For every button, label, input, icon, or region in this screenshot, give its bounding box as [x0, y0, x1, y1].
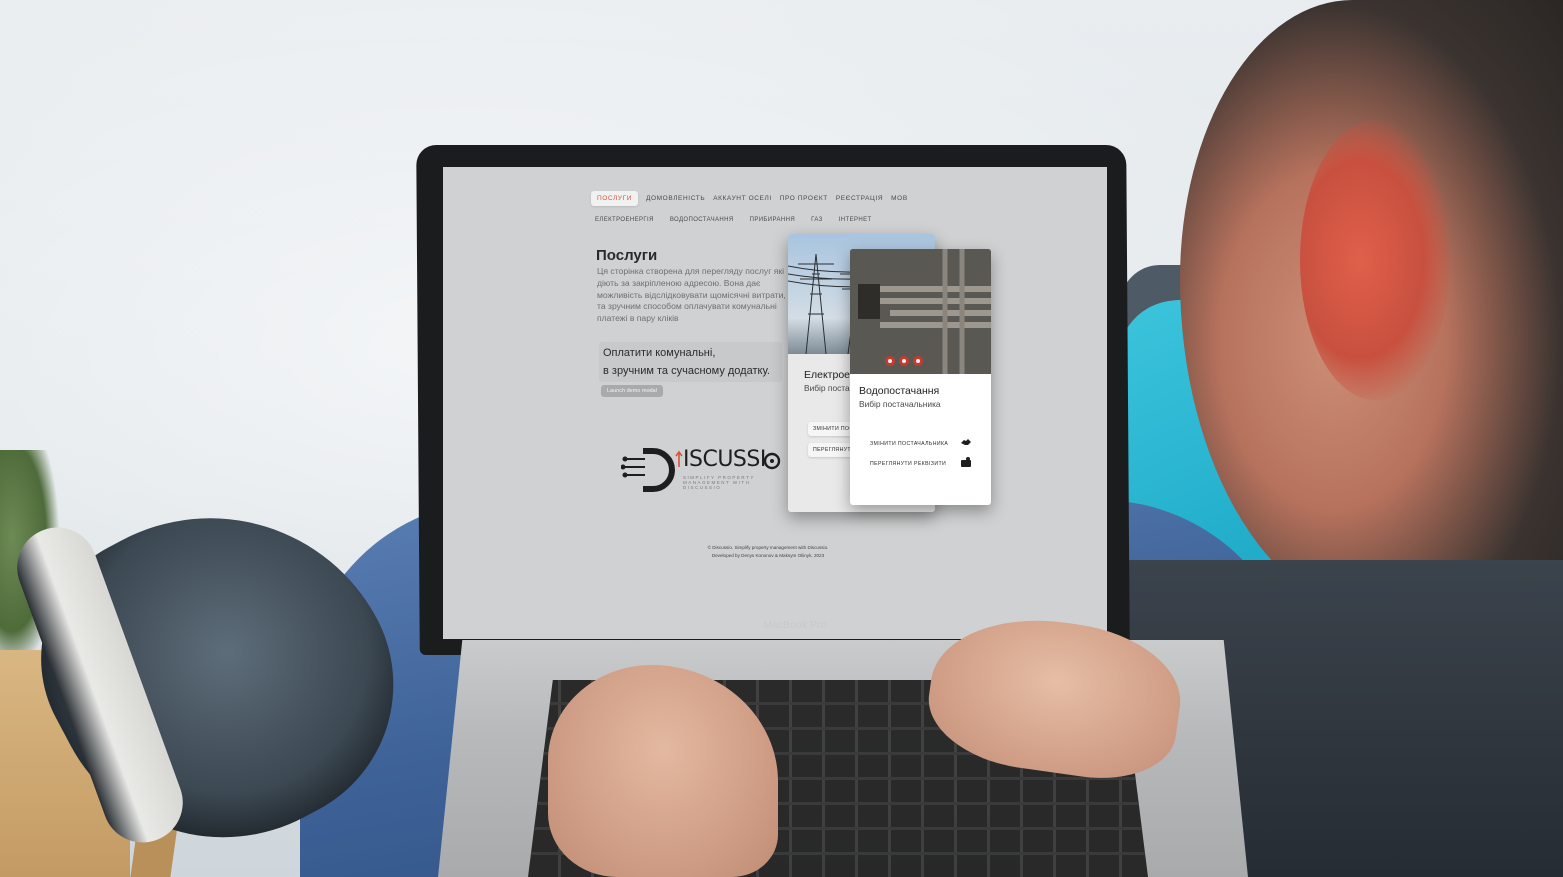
person-ear	[1300, 120, 1450, 400]
page-title: Послуги	[596, 247, 658, 264]
launch-demo-button[interactable]: Launch demo modal	[601, 385, 663, 397]
subnav-item-electricity[interactable]: ЕЛЕКТРОЕНЕРГІЯ	[595, 217, 654, 223]
logo-wordmark: ISCUSSI	[683, 447, 766, 472]
subnav-item-internet[interactable]: ІНТЕРНЕТ	[839, 217, 872, 223]
pipes-image	[850, 249, 991, 374]
promo-box: Оплатити комунальні, в зручним та сучасн…	[599, 342, 782, 382]
discussio-logo: ISCUSSI SIMPLIFY PROPERTY MANAGEMENT WIT…	[620, 445, 781, 495]
promo-line-1: Оплатити комунальні,	[603, 347, 716, 359]
bank-card-icon[interactable]	[960, 456, 972, 468]
laptop-model-label: MacBook Pro	[763, 620, 827, 631]
promo-line-2: в зручним та сучасному додатку.	[603, 365, 770, 377]
nav-item-about[interactable]: ПРО ПРОЄКТ	[780, 195, 828, 202]
service-card-water: Водопостачання Вибір постачальника ЗМІНИ…	[850, 249, 991, 505]
handshake-icon[interactable]	[960, 436, 972, 448]
change-provider-water-button[interactable]: ЗМІНИТИ ПОСТАЧАЛЬНИКА	[870, 441, 948, 447]
subnav-item-cleaning[interactable]: ПРИБИРАННЯ	[750, 217, 795, 223]
nav-item-home-account[interactable]: АККАУНТ ОСЕЛІ	[713, 195, 772, 202]
laptop-screen: ПОСЛУГИ ДОМОВЛЕНІСТЬ АККАУНТ ОСЕЛІ ПРО П…	[443, 167, 1107, 639]
subnav-item-water[interactable]: ВОДОПОСТАЧАННЯ	[670, 217, 734, 223]
footer-copyright: © Discussio. Simplify property managemen…	[707, 545, 829, 550]
nav-item-register[interactable]: РЕЄСТРАЦІЯ	[836, 195, 883, 202]
logo-mark-icon	[620, 448, 683, 492]
card-title-water: Водопостачання	[859, 385, 940, 397]
subnav-item-gas[interactable]: ГАЗ	[811, 217, 823, 223]
nav-item-services[interactable]: ПОСЛУГИ	[591, 191, 638, 206]
logo-o-icon	[763, 452, 781, 470]
services-subnav: ЕЛЕКТРОЕНЕРГІЯ ВОДОПОСТАЧАННЯ ПРИБИРАННЯ…	[595, 217, 872, 223]
nav-item-agreement[interactable]: ДОМОВЛЕНІСТЬ	[646, 195, 705, 202]
main-nav: ПОСЛУГИ ДОМОВЛЕНІСТЬ АККАУНТ ОСЕЛІ ПРО П…	[591, 191, 908, 206]
nav-item-language[interactable]: МОВ	[891, 195, 908, 202]
card-subtitle-water: Вибір постачальника	[859, 399, 941, 409]
page-description: Ця сторінка створена для перегляду послу…	[597, 266, 786, 324]
footer-credits: Developed by Denys Kononov & Maksym Olii…	[711, 553, 825, 558]
page-footer: © Discussio. Simplify property managemen…	[673, 544, 863, 560]
logo-tagline: SIMPLIFY PROPERTY MANAGEMENT WITH DISCUS…	[683, 475, 755, 490]
view-details-water-button[interactable]: ПЕРЕГЛЯНУТИ РЕКВІЗИТИ	[870, 461, 946, 467]
